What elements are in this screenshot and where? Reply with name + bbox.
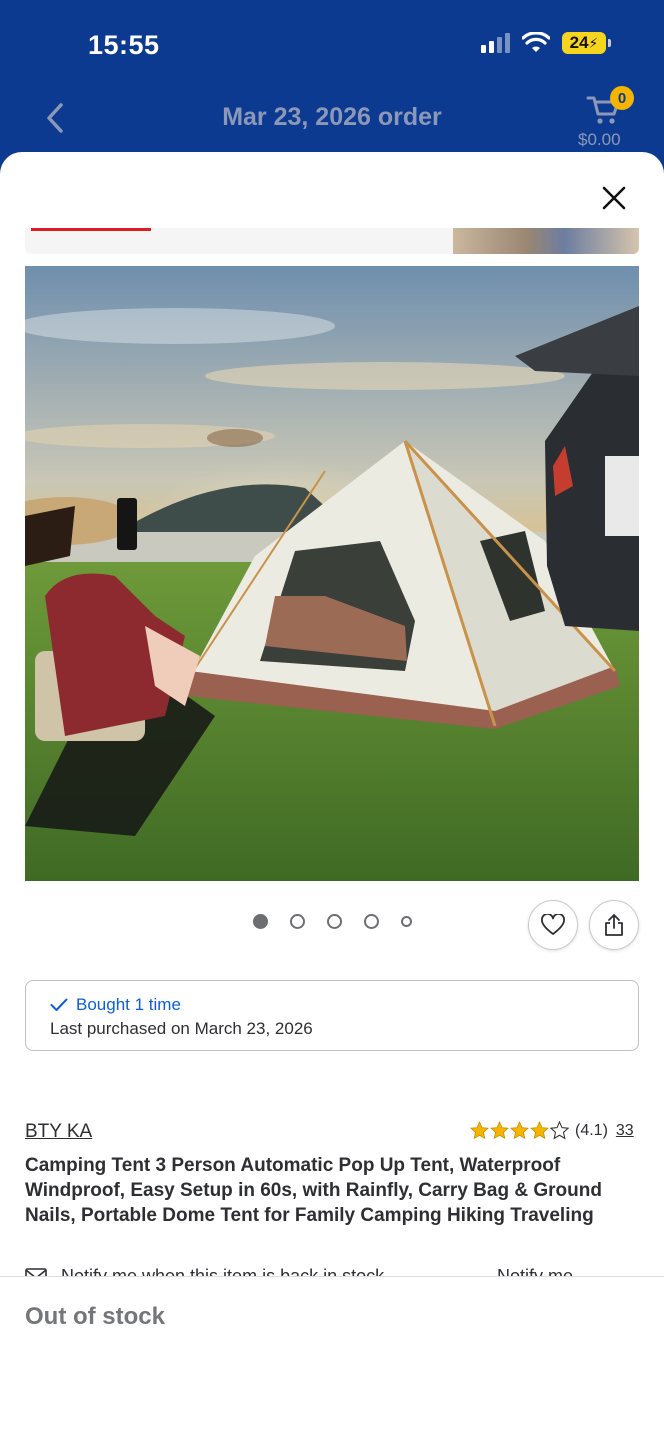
thumbnail-image (453, 228, 639, 254)
battery-level: 24 (569, 33, 589, 52)
star-full-icon (490, 1121, 509, 1140)
bottom-action-bar: Out of stock (0, 1276, 664, 1440)
share-icon (605, 914, 623, 936)
cart-button[interactable]: 0 $0.00 (578, 86, 634, 150)
star-full-icon (510, 1121, 529, 1140)
cart-count-badge: 0 (610, 86, 634, 110)
star-full-icon (530, 1121, 549, 1140)
close-button[interactable] (596, 180, 632, 216)
carousel-dot[interactable] (326, 914, 342, 929)
favorite-button[interactable] (528, 900, 578, 950)
previous-content-peek (25, 228, 639, 254)
bought-count-label: Bought 1 time (76, 995, 181, 1014)
cart-total: $0.00 (578, 130, 621, 149)
product-title: Camping Tent 3 Person Automatic Pop Up T… (25, 1155, 602, 1226)
share-button[interactable] (589, 900, 639, 950)
cellular-signal-icon (481, 33, 510, 53)
product-rating[interactable]: (4.1) 33 (470, 1121, 634, 1140)
rating-value: (4.1) (575, 1121, 608, 1139)
last-purchased-text: Last purchased on March 23, 2026 (50, 1019, 313, 1038)
close-icon (602, 186, 626, 210)
carousel-dot[interactable] (289, 914, 305, 929)
carousel-dot[interactable] (400, 916, 412, 927)
page-title: Mar 23, 2026 order (222, 103, 442, 131)
stock-status: Out of stock (25, 1303, 166, 1330)
heart-icon (541, 914, 565, 935)
product-sheet: Bought 1 time Last purchased on March 23… (0, 152, 664, 1440)
product-image[interactable] (25, 266, 639, 881)
top-bar: 15:55 24 ⚡ Mar 23, 2026 order 0 $0.00 (0, 0, 664, 160)
carousel-dot[interactable] (363, 914, 379, 929)
purchase-history-box: Bought 1 time Last purchased on March 23… (25, 980, 639, 1051)
star-empty-icon (550, 1121, 569, 1140)
carousel-dot[interactable] (252, 914, 268, 929)
wifi-icon (522, 32, 550, 52)
status-time: 15:55 (88, 30, 160, 60)
review-count-link[interactable]: 33 (616, 1122, 634, 1140)
brand-link[interactable]: BTY KA (25, 1121, 92, 1143)
star-full-icon (470, 1121, 489, 1140)
battery-icon: 24 ⚡ (562, 32, 611, 54)
checkmark-icon (50, 998, 68, 1011)
status-icons: 24 ⚡ (481, 32, 611, 54)
rating-stars (470, 1121, 569, 1140)
